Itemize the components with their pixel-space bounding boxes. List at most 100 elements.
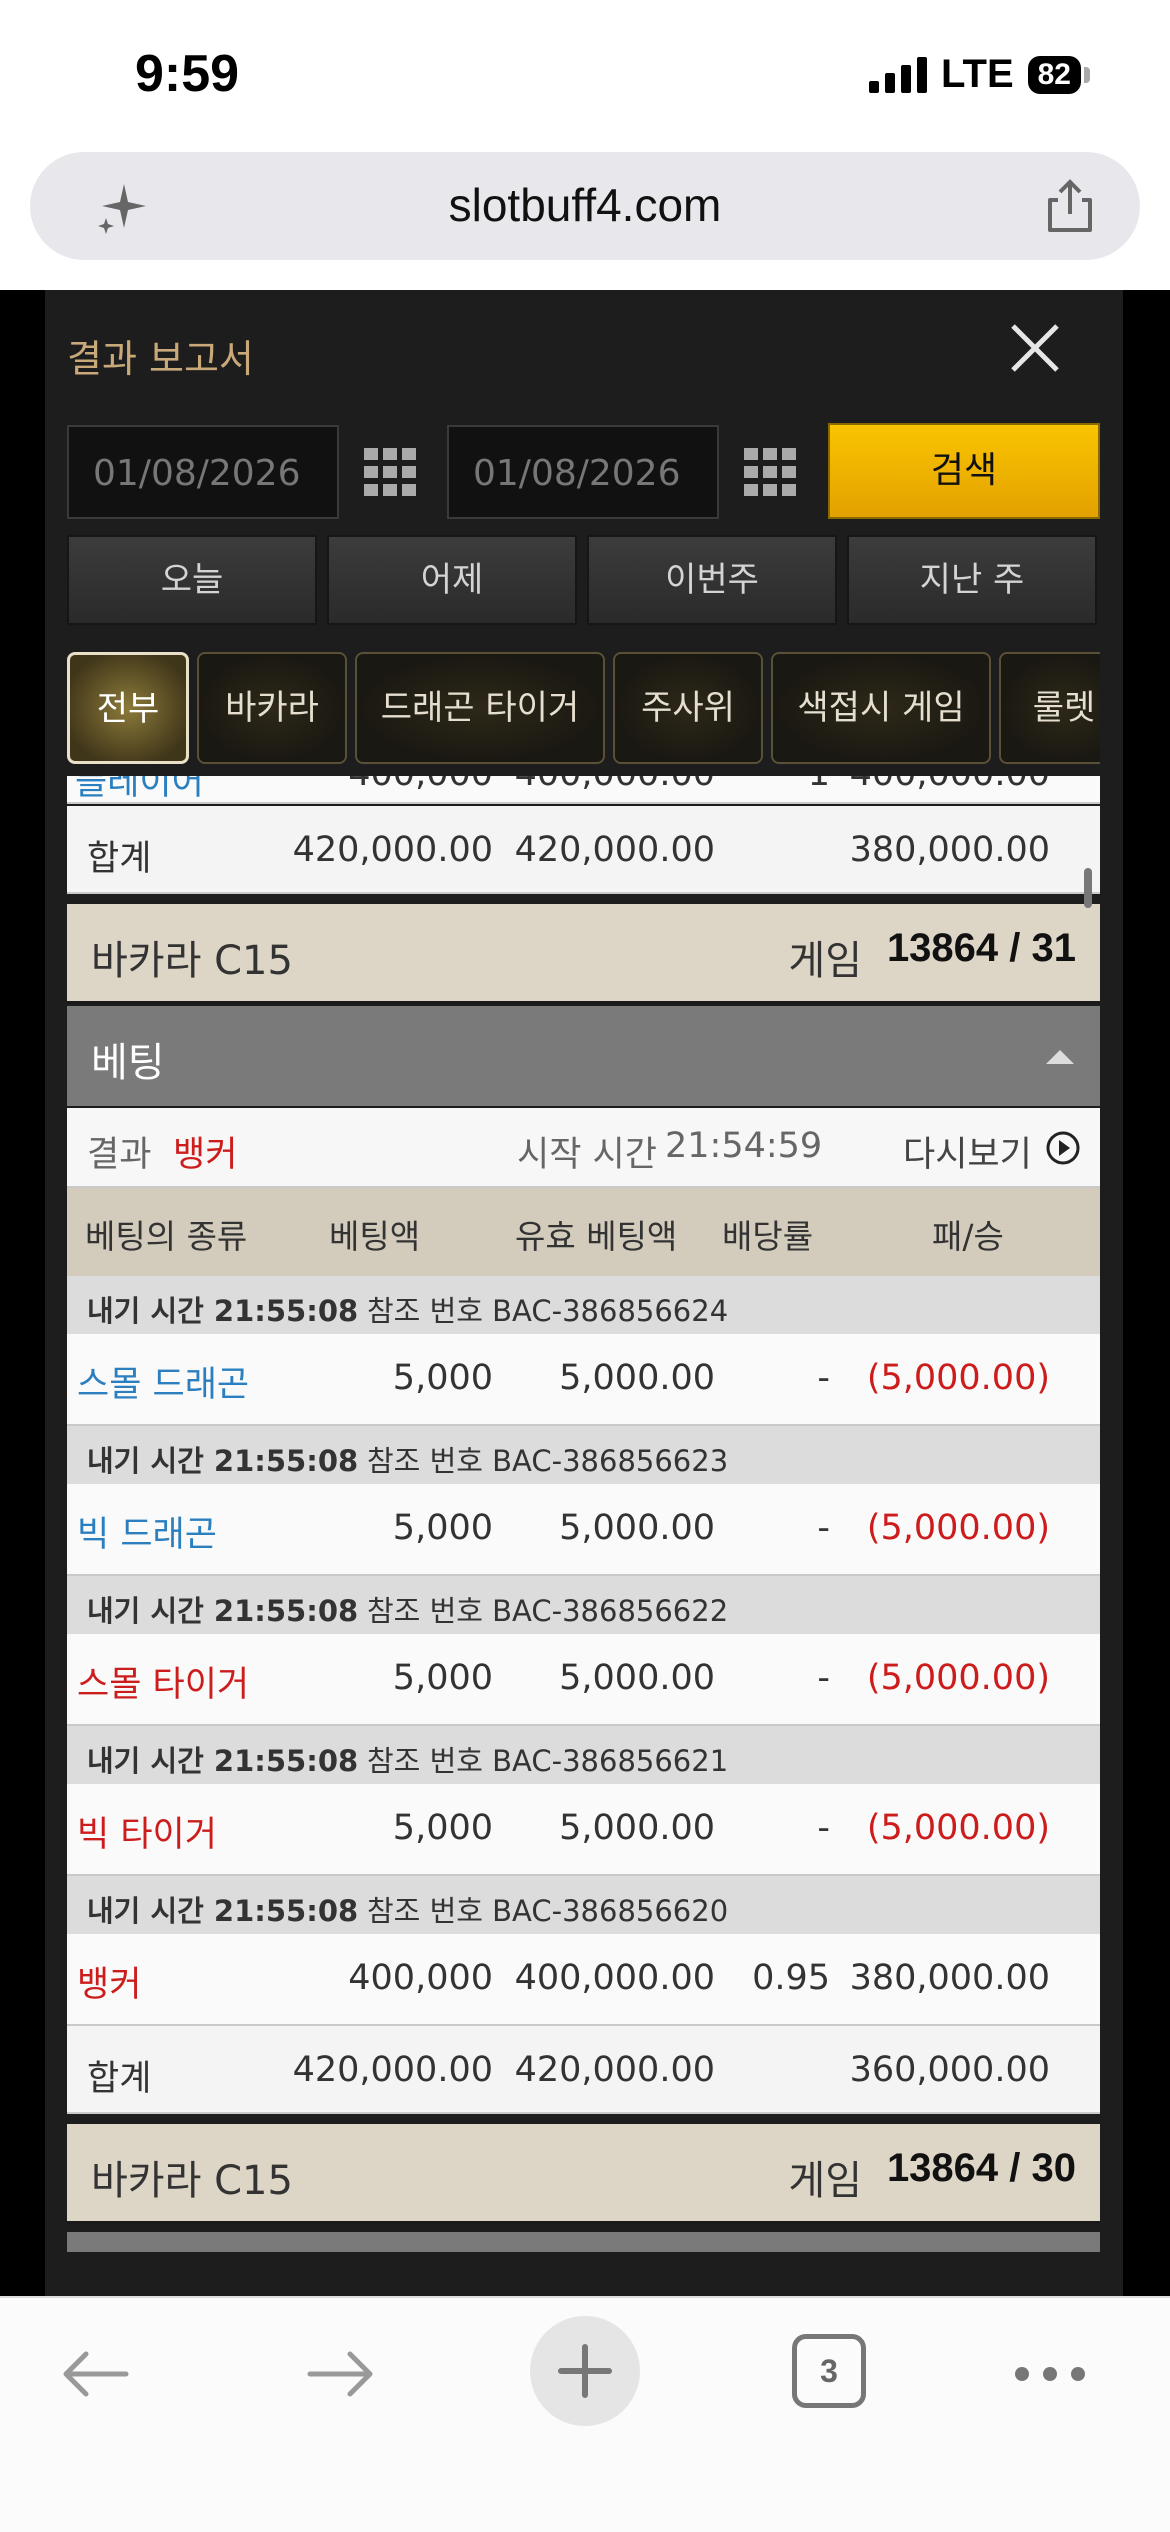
odds: - (817, 1358, 830, 1398)
calendar-grid-icon[interactable] (742, 444, 798, 500)
betting-section-bar[interactable] (67, 2232, 1100, 2252)
bet-time: 내기 시간 21:55:08 (87, 1444, 359, 1478)
total-row: 합계 420,000.00 420,000.00 360,000.00 (67, 2026, 1100, 2114)
total-bet: 420,000.00 (292, 2050, 493, 2090)
bet-amount: 5,000 (392, 1508, 493, 1548)
bet-type: 스몰 드래곤 (77, 1365, 250, 1405)
battery-level: 82 (1027, 55, 1081, 94)
game-header[interactable]: 바카라 C15 게임 13864 / 30 (67, 2124, 1100, 2224)
search-button[interactable]: 검색 (828, 423, 1100, 519)
web-page: 결과 보고서 01/08/2026 01/08/2026 검색 오늘 어제 이번… (0, 290, 1170, 2296)
result-row: 결과 뱅커 시작 시간 21:54:59 다시보기 (67, 1108, 1100, 1188)
col-bet-type: 베팅의 종류 (85, 1217, 248, 1256)
total-valid: 420,000.00 (514, 2050, 715, 2090)
col-win-loss: 패/승 (932, 1217, 1004, 1256)
close-icon[interactable] (1007, 320, 1063, 376)
bet-ref-number: 참조 번호 BAC-386856621 (367, 1744, 729, 1778)
status-indicators: LTE 82 (869, 52, 1090, 97)
bet-time: 내기 시간 21:55:08 (87, 1294, 359, 1328)
tab-all[interactable]: 전부 (67, 652, 189, 764)
odds: 0.95 (752, 1958, 830, 1998)
game-number: 13864 / 30 (886, 2146, 1076, 2190)
game-label: 게임 (788, 938, 862, 984)
report-list[interactable]: 플레이어 400,000 400,000.00 1 400,000.00 합계 … (67, 776, 1100, 2296)
table-row: 빅 드래곤 5,000 5,000.00 - (5,000.00) (67, 1484, 1100, 1576)
start-time-value: 21:54:59 (665, 1126, 823, 1166)
browser-chrome-top: 9:59 LTE 82 slotbuff4.com (0, 0, 1170, 290)
win-loss: (5,000.00) (866, 1658, 1050, 1698)
result-value: 뱅커 (173, 1135, 238, 1175)
date-from-input[interactable]: 01/08/2026 (67, 425, 339, 519)
table-row: 뱅커 400,000 400,000.00 0.95 380,000.00 (67, 1934, 1100, 2026)
bet-ref-row: 내기 시간 21:55:08 참조 번호 BAC-386856623 (67, 1426, 1100, 1484)
column-header: 베팅의 종류 베팅액 유효 베팅액 배당률 패/승 (67, 1188, 1100, 1276)
total-label: 합계 (87, 2059, 152, 2099)
replay-label[interactable]: 다시보기 (903, 1126, 1032, 1177)
bet-type: 빅 드래곤 (77, 1515, 217, 1555)
bet-ref-number: 참조 번호 BAC-386856622 (367, 1594, 729, 1628)
browser-toolbar: 3 (0, 2296, 1170, 2532)
new-tab-button[interactable] (530, 2316, 640, 2426)
tab-color-plate[interactable]: 색접시 게임 (771, 652, 991, 764)
valid-bet: 5,000.00 (559, 1808, 715, 1848)
win-loss: (5,000.00) (866, 1508, 1050, 1548)
period-this-week-button[interactable]: 이번주 (587, 535, 837, 625)
betting-title: 베팅 (91, 1040, 165, 1086)
category-tabs: 전부 바카라 드래곤 타이거 주사위 색접시 게임 룰렛 (67, 652, 1100, 766)
bet-type: 빅 타이거 (77, 1815, 217, 1855)
game-header[interactable]: 바카라 C15 게임 13864 / 31 (67, 904, 1100, 1004)
total-row: 합계 420,000.00 420,000.00 380,000.00 (67, 806, 1100, 894)
network-label: LTE (941, 52, 1014, 96)
bet-ref-number: 참조 번호 BAC-386856623 (367, 1444, 729, 1478)
tabs-count-button[interactable]: 3 (792, 2334, 866, 2408)
bet-ref-row: 내기 시간 21:55:08 참조 번호 BAC-386856620 (67, 1876, 1100, 1934)
table-row: 플레이어 400,000 400,000.00 1 400,000.00 (67, 776, 1100, 804)
game-label: 게임 (788, 2158, 862, 2204)
col-valid-bet: 유효 베팅액 (515, 1217, 678, 1256)
share-icon[interactable] (1040, 176, 1100, 236)
collapse-caret-icon[interactable] (1046, 1050, 1074, 1064)
bet-amount: 5,000 (392, 1808, 493, 1848)
win-loss: 380,000.00 (849, 1958, 1050, 1998)
bet-amount: 400,000 (348, 1958, 493, 1998)
valid-bet: 400,000.00 (514, 1958, 715, 1998)
game-number: 13864 / 31 (886, 926, 1076, 970)
status-time: 9:59 (135, 45, 240, 103)
forward-arrow-icon[interactable] (300, 2334, 380, 2414)
tab-baccarat[interactable]: 바카라 (197, 652, 347, 764)
tab-dice[interactable]: 주사위 (613, 652, 763, 764)
valid-bet: 5,000.00 (559, 1358, 715, 1398)
odds: - (817, 1808, 830, 1848)
bet-amount: 5,000 (392, 1358, 493, 1398)
bet-type: 뱅커 (77, 1965, 142, 2005)
win-loss: (5,000.00) (866, 1808, 1050, 1848)
bet-ref-row: 내기 시간 21:55:08 참조 번호 BAC-386856624 (67, 1276, 1100, 1334)
table-row: 스몰 드래곤 5,000 5,000.00 - (5,000.00) (67, 1334, 1100, 1426)
address-bar[interactable]: slotbuff4.com (30, 152, 1140, 260)
date-to-input[interactable]: 01/08/2026 (447, 425, 719, 519)
start-time-label: 시작 시간 (517, 1135, 657, 1175)
bet-ref-number: 참조 번호 BAC-386856620 (367, 1894, 729, 1928)
play-circle-icon[interactable] (1045, 1130, 1081, 1166)
back-arrow-icon[interactable] (56, 2334, 136, 2414)
more-icon[interactable] (1010, 2334, 1090, 2414)
valid-bet: 5,000.00 (559, 1658, 715, 1698)
win-loss: (5,000.00) (866, 1358, 1050, 1398)
period-today-button[interactable]: 오늘 (67, 535, 317, 625)
period-yesterday-button[interactable]: 어제 (327, 535, 577, 625)
col-odds: 배당률 (722, 1217, 814, 1256)
period-last-week-button[interactable]: 지난 주 (847, 535, 1097, 625)
signal-icon (869, 56, 928, 93)
url-text[interactable]: slotbuff4.com (30, 178, 1140, 232)
tab-roulette[interactable]: 룰렛 (999, 652, 1100, 764)
calendar-grid-icon[interactable] (362, 444, 418, 500)
bet-ref-row: 내기 시간 21:55:08 참조 번호 BAC-386856621 (67, 1726, 1100, 1784)
bet-time: 내기 시간 21:55:08 (87, 1894, 359, 1928)
betting-section-bar[interactable]: 베팅 (67, 1006, 1100, 1106)
scroll-thumb[interactable] (1084, 868, 1092, 908)
col-bet-amount: 베팅액 (329, 1217, 421, 1256)
table-row: 빅 타이거 5,000 5,000.00 - (5,000.00) (67, 1784, 1100, 1876)
game-name: 바카라 C15 (91, 938, 293, 984)
table-row: 스몰 타이거 5,000 5,000.00 - (5,000.00) (67, 1634, 1100, 1726)
tab-dragon-tiger[interactable]: 드래곤 타이거 (355, 652, 605, 764)
